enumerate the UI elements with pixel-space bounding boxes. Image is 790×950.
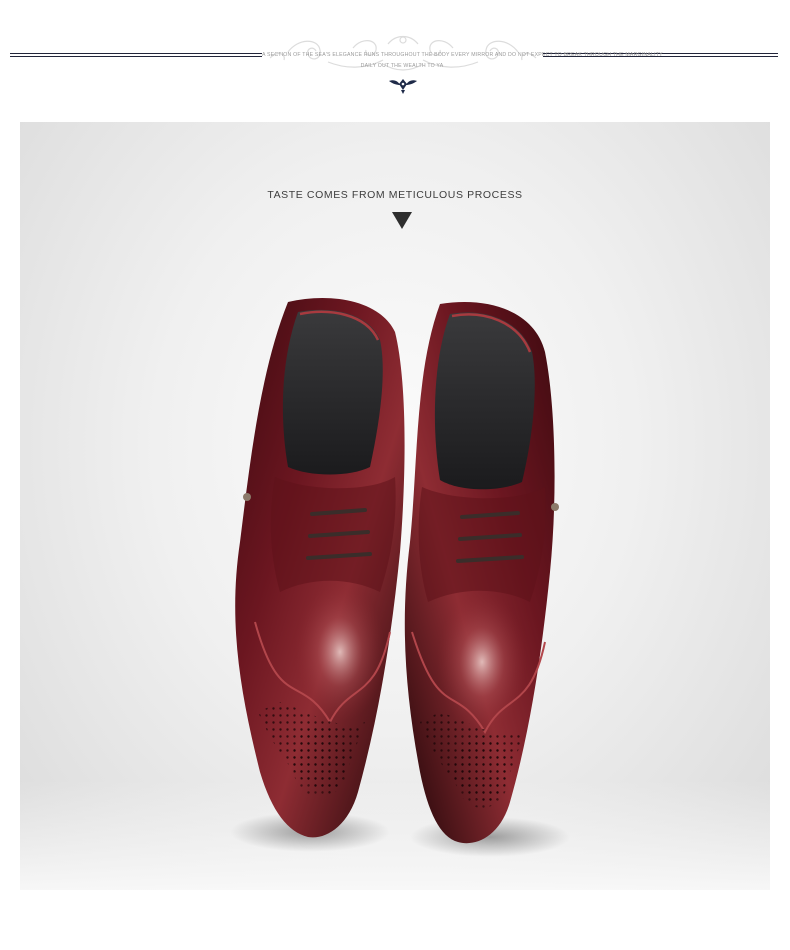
down-triangle-icon [392,212,412,229]
header-fine-print-1: A section of the sea's elegance runs thr… [262,52,663,58]
right-shoe [404,302,559,844]
product-image-panel: TASTE COMES FROM METICULOUS PROCESS [20,122,770,890]
header-fine-print-2: Daily out the wealth to ya [360,63,444,69]
left-shoe [235,297,405,838]
decorative-header: A section of the sea's elegance runs thr… [0,0,790,110]
shoes-illustration [230,297,570,857]
tagline: TASTE COMES FROM METICULOUS PROCESS [267,189,523,201]
brand-emblem-icon [389,79,417,94]
header-rule-left [10,53,262,57]
